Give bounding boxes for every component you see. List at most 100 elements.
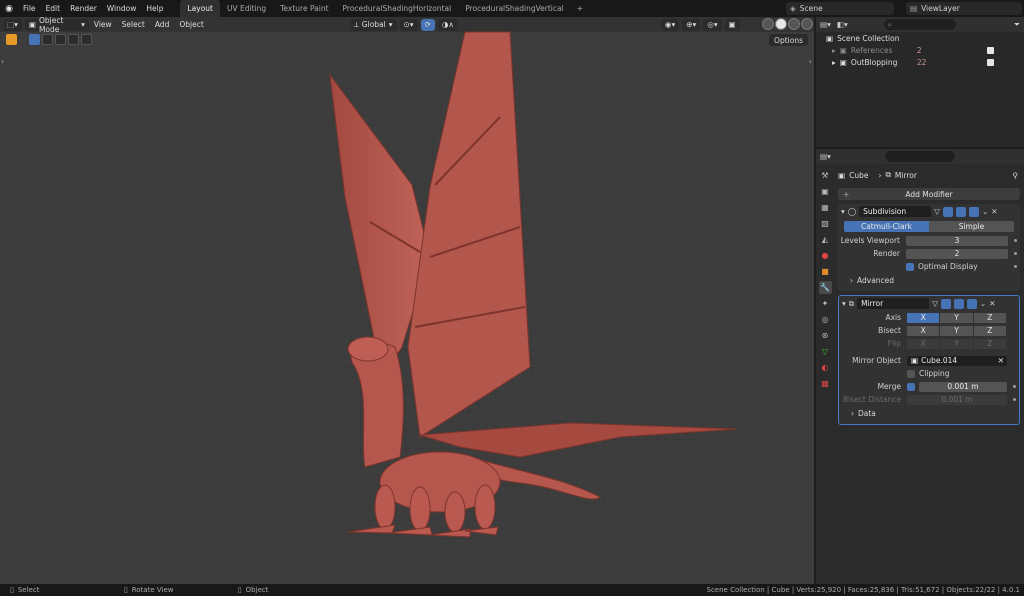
mirror-object-field[interactable]: ▣ Cube.014 ✕ [907,355,1007,366]
bisect-label: Bisect [878,326,901,335]
flip-toggles: X Y Z [907,338,1007,349]
scene-selector[interactable]: ◈ Scene [786,2,894,15]
add-modifier-label: Add Modifier [905,189,953,199]
editmode-toggle-icon[interactable] [940,298,951,309]
view-layer-selector[interactable]: ▤ ViewLayer [906,2,1022,15]
bisect-y-toggle[interactable]: Y [940,325,973,336]
menu-file[interactable]: File [18,0,41,17]
tool-tab-icon[interactable]: ⚒ [819,169,832,182]
close-icon[interactable]: ✕ [991,207,997,216]
simple-option[interactable]: Simple [929,221,1014,232]
menu-edit[interactable]: Edit [41,0,66,17]
neck [350,341,404,468]
tab-uv-editing[interactable]: UV Editing [220,0,273,17]
editmode-toggle-icon[interactable] [942,206,953,217]
axis-z-toggle[interactable]: Z [973,312,1006,323]
bisect-z-toggle[interactable]: Z [973,325,1006,336]
dropdown-icon[interactable]: ⌄ [980,299,986,308]
subdivision-name-field[interactable]: Subdivision [859,206,932,217]
menu-help[interactable]: Help [141,0,168,17]
dropdown-icon[interactable]: ⌄ [982,207,988,216]
display-mode-icon[interactable]: ◧▾ [837,20,848,29]
keyframe-dot-icon[interactable] [1014,252,1017,255]
clipping-checkbox[interactable] [907,369,915,378]
data-tab-icon[interactable]: ▽ [819,345,832,358]
axis-x-toggle[interactable]: X [907,312,940,323]
render-tab-icon[interactable]: ▣ [819,185,832,198]
render-toggle-icon[interactable] [966,298,977,309]
subdivision-icon: ◯ [847,207,857,216]
flip-y-toggle[interactable]: Y [940,338,973,349]
merge-checkbox[interactable] [907,382,915,391]
optimal-display-checkbox[interactable] [906,262,914,271]
object-tab-icon[interactable]: ■ [819,265,832,278]
axis-y-toggle[interactable]: Y [940,312,973,323]
chevron-right-icon: › [850,275,853,285]
bisect-x-toggle[interactable]: X [907,325,940,336]
on-cage-icon[interactable]: ▽ [934,207,940,216]
dragon-model[interactable] [0,17,814,584]
breadcrumb-object: Cube [849,170,869,180]
tab-procedural-vertical[interactable]: ProceduralShadingVertical [458,0,570,17]
catmull-clark-option[interactable]: Catmull-Clark [844,221,929,232]
close-icon[interactable]: ✕ [989,299,995,308]
levels-viewport-field[interactable]: 3 [906,235,1008,246]
pin-icon[interactable]: ⚲ [1013,171,1019,180]
scene-collection-row[interactable]: ▣ Scene Collection [816,32,1024,44]
texture-tab-icon[interactable]: ▩ [819,377,832,390]
collapse-arrow-icon[interactable]: ▾ [842,299,846,308]
on-cage-icon[interactable]: ▽ [932,299,938,308]
add-workspace-button[interactable]: + [571,4,589,13]
view-layer-tab-icon[interactable]: ▧ [819,217,832,230]
properties-search-input[interactable] [884,151,955,162]
clear-icon[interactable]: ✕ [998,356,1004,365]
merge-distance-field[interactable]: 0.001 m [919,381,1007,392]
scene-tab-icon[interactable]: ◭ [819,233,832,246]
flip-z-toggle[interactable]: Z [973,338,1006,349]
render-levels-label: Render [873,249,900,258]
subdivision-header[interactable]: ▾ ◯ Subdivision ▽ ⌄ ✕ [838,204,1020,219]
mirror-name-field[interactable]: Mirror [857,298,930,309]
optimal-display-label: Optimal Display [918,262,978,271]
output-tab-icon[interactable]: ▦ [819,201,832,214]
tab-procedural-horizontal[interactable]: ProceduralShadingHorizontal [336,0,459,17]
mirror-header[interactable]: ▾ ⧉ Mirror ▽ ⌄ ✕ [839,296,1019,311]
collapse-arrow-icon[interactable]: ▾ [841,207,845,216]
top-bar: ◉ File Edit Render Window Help Layout UV… [0,0,1024,17]
render-levels-field[interactable]: 2 [906,248,1008,259]
particles-tab-icon[interactable]: ✦ [819,297,832,310]
keyframe-dot-icon[interactable] [1013,385,1016,388]
material-tab-icon[interactable]: ◐ [819,361,832,374]
outliner-item-outblopping[interactable]: ▸ ▣ OutBlopping 22 [816,56,1024,68]
properties-editor-icon[interactable]: ▤▾ [820,152,831,161]
3d-viewport[interactable]: ⬚▾ ▣ Object Mode ▾ View Select Add Objec… [0,17,814,584]
physics-tab-icon[interactable]: ◎ [819,313,832,326]
keyframe-dot-icon[interactable] [1013,398,1016,401]
modifier-tab-icon[interactable]: 🔧 [818,281,832,294]
outliner-item-references[interactable]: ▸ ▣ References 2 [816,44,1024,56]
world-tab-icon[interactable]: ● [819,249,832,262]
viewport-toggle-icon[interactable] [953,298,964,309]
advanced-subpanel[interactable]: › Advanced [838,273,1020,287]
menu-render[interactable]: Render [65,0,102,17]
data-subpanel[interactable]: › Data [839,406,1019,420]
viewport-toggle-icon[interactable] [955,206,966,217]
tab-texture-paint[interactable]: Texture Paint [273,0,335,17]
blender-logo-icon[interactable]: ◉ [0,0,18,17]
keyframe-dot-icon[interactable] [1014,239,1017,242]
properties-editor: ▤▾ ⚒ ▣ ▦ ▧ ◭ ● ■ 🔧 ✦ ◎ ⊛ ▽ ◐ ▩ ▣ Cube › … [816,149,1024,584]
subdivision-type-selector: Catmull-Clark Simple [844,221,1014,232]
filter-icon[interactable]: ⏷ [1014,20,1020,30]
outliner-search-input[interactable]: ⌕ [883,19,956,30]
exclude-checkbox[interactable] [987,58,994,66]
add-modifier-button[interactable]: + Add Modifier [838,188,1020,200]
constraints-tab-icon[interactable]: ⊛ [819,329,832,342]
outliner-editor-icon[interactable]: ▤▾ [820,20,831,29]
render-toggle-icon[interactable] [968,206,979,217]
exclude-checkbox[interactable] [987,46,994,54]
keyframe-dot-icon[interactable] [1014,265,1017,268]
flip-x-toggle[interactable]: X [907,338,940,349]
menu-window[interactable]: Window [102,0,142,17]
bisect-distance-field[interactable]: 0.001 m [907,394,1007,405]
tab-layout[interactable]: Layout [180,0,220,17]
